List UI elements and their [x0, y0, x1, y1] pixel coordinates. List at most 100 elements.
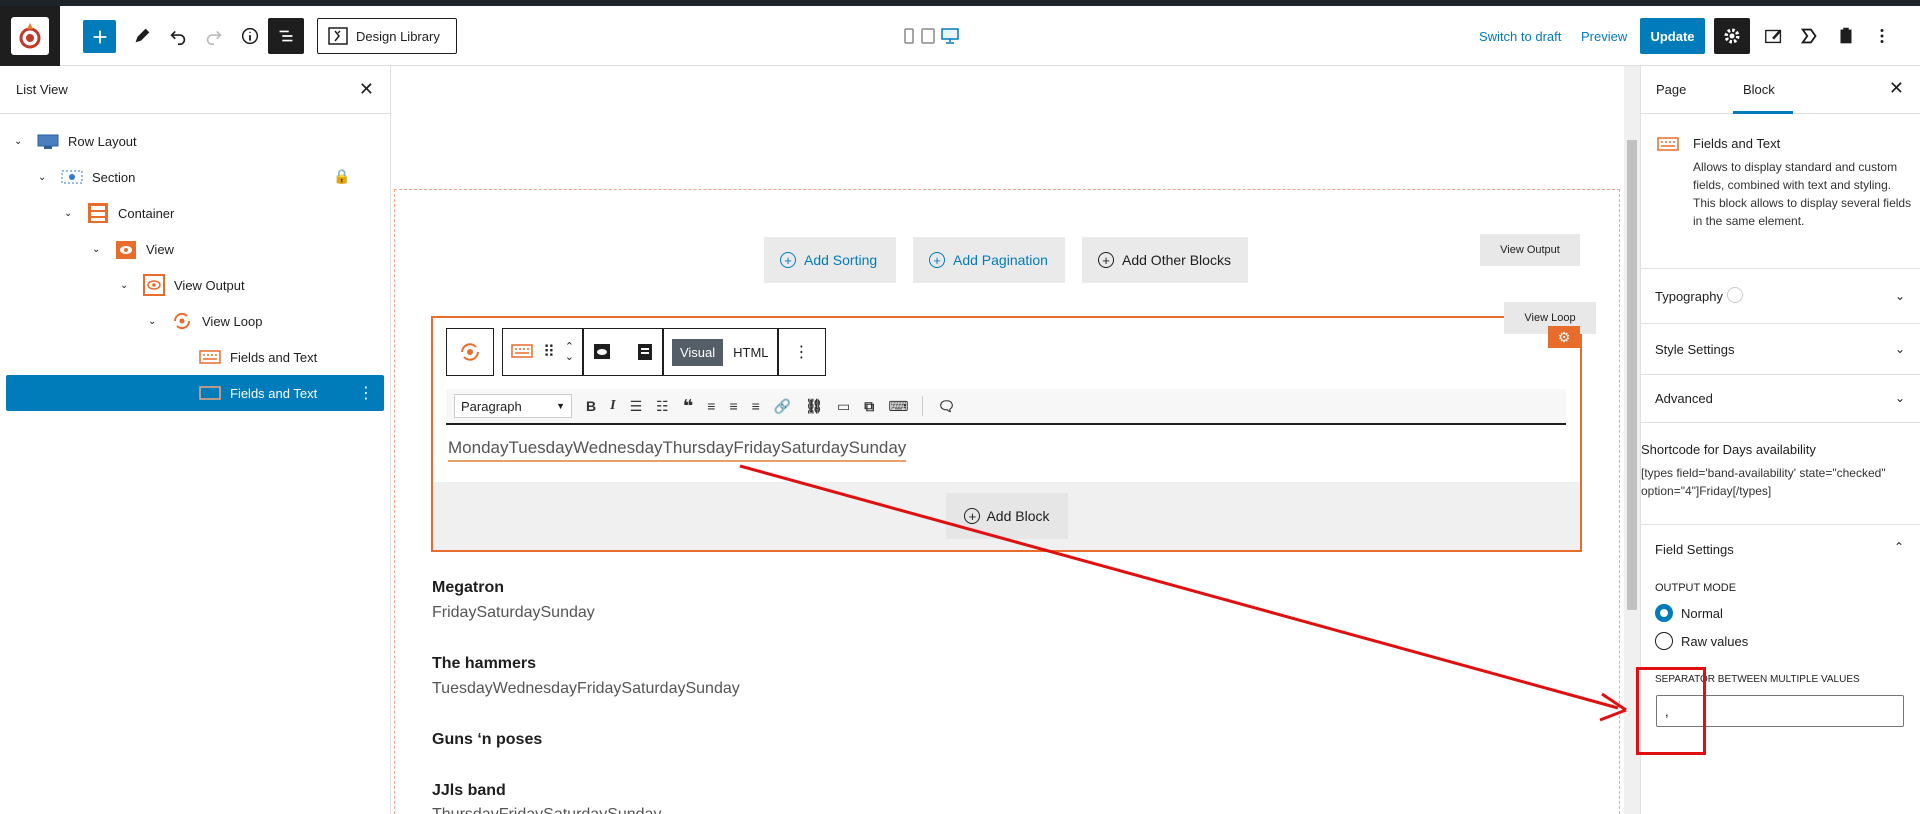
drag-handle-icon[interactable]: ⠿ [543, 342, 555, 362]
list-item-row-layout[interactable]: ⌄ Row Layout [14, 123, 137, 159]
add-sorting-button[interactable]: + Add Sorting [764, 237, 896, 283]
link-icon[interactable]: 🔗 [774, 398, 791, 415]
panel-typography[interactable]: Typography ⌄ [1641, 269, 1920, 324]
bullet-list-icon[interactable]: ☰ [630, 398, 643, 415]
radio-label: Normal [1681, 605, 1723, 621]
view-icon[interactable] [592, 341, 612, 364]
panel-style-settings[interactable]: Style Settings ⌄ [1641, 324, 1920, 375]
move-up-down-icon[interactable]: ⌃ ⌄ [565, 342, 574, 363]
undo-icon [170, 30, 186, 46]
close-icon[interactable]: ✕ [359, 79, 374, 100]
plus-icon [93, 30, 106, 43]
chevron-down-icon[interactable]: ⌄ [148, 316, 160, 327]
chevron-down-icon[interactable]: ⌄ [14, 136, 26, 147]
chevron-down-icon[interactable]: ⌄ [64, 208, 76, 219]
more-vertical-icon[interactable]: ⋮ [358, 383, 374, 403]
list-item-section[interactable]: ⌄ Section [38, 159, 135, 195]
radio-normal[interactable]: Normal [1655, 604, 1723, 622]
bold-icon[interactable]: B [586, 398, 596, 414]
align-left-icon[interactable]: ≡ [707, 398, 715, 414]
italic-icon[interactable]: I [610, 398, 615, 414]
html-mode-button[interactable]: HTML [733, 345, 768, 360]
chevron-down-icon[interactable]: ⌄ [92, 244, 104, 255]
list-item-view[interactable]: ⌄ View [92, 231, 174, 267]
chevron-down-icon[interactable]: ⌄ [38, 172, 50, 183]
tab-page[interactable]: Page [1656, 82, 1686, 97]
view-icon [114, 237, 138, 261]
list-item-label: Row Layout [68, 133, 137, 149]
numbered-list-icon[interactable]: ☷ [656, 398, 669, 415]
visual-mode-button[interactable]: Visual [671, 338, 724, 366]
radio-checked-icon[interactable] [1655, 604, 1673, 622]
radio-raw-values[interactable]: Raw values [1655, 632, 1748, 650]
mobile-preview-icon[interactable] [903, 28, 915, 47]
panel-advanced[interactable]: Advanced ⌄ [1641, 375, 1920, 423]
parent-block-button[interactable] [446, 328, 494, 376]
view-output-tag[interactable]: View Output [1480, 234, 1580, 266]
design-library-button[interactable]: Design Library [317, 18, 457, 54]
tools-button[interactable] [124, 18, 160, 54]
add-block-button[interactable] [83, 20, 116, 53]
align-center-icon[interactable]: ≡ [729, 398, 737, 414]
desktop-preview-icon[interactable] [941, 28, 959, 47]
fields-and-text-icon[interactable] [511, 343, 533, 362]
quote-icon[interactable]: ❝ [683, 396, 694, 417]
toolset-editor-button[interactable] [1756, 18, 1792, 54]
list-item-fields-and-text-selected[interactable]: Fields and Text ⋮ [6, 375, 384, 411]
add-sorting-label: Add Sorting [804, 252, 878, 268]
read-more-icon[interactable]: ▭ [837, 398, 850, 415]
redo-button[interactable] [196, 18, 232, 54]
options-button[interactable] [1864, 18, 1900, 54]
add-other-blocks-button[interactable]: + Add Other Blocks [1082, 237, 1248, 283]
unlink-icon[interactable]: ⛓ [805, 398, 823, 415]
container-icon [86, 201, 110, 225]
switch-to-draft-link[interactable]: Switch to draft [1479, 29, 1561, 44]
clipboard-icon [1840, 27, 1852, 44]
details-button[interactable] [232, 18, 268, 54]
list-view-button[interactable] [268, 18, 304, 54]
block-settings-gear-icon[interactable]: ⚙ [1548, 326, 1580, 348]
radio-unchecked-icon[interactable] [1655, 632, 1673, 650]
clipboard-button[interactable] [1828, 18, 1864, 54]
tablet-preview-icon[interactable] [921, 28, 935, 47]
plus-circle-icon: + [1098, 252, 1114, 268]
view-loop-icon [170, 309, 194, 333]
stackable-icon [1800, 28, 1817, 44]
chevron-down-icon[interactable]: ⌄ [120, 280, 132, 291]
list-item-view-loop[interactable]: ⌄ View Loop [148, 303, 262, 339]
design-library-label: Design Library [356, 28, 440, 44]
preview-link[interactable]: Preview [1581, 29, 1627, 44]
undo-button[interactable] [160, 18, 196, 54]
row-layout-icon [36, 129, 60, 153]
block-options-button[interactable]: ⋮ [777, 328, 826, 376]
shortcode-text[interactable]: [types field='band-availability' state="… [1641, 464, 1917, 500]
comment-icon[interactable]: 🗨 [937, 398, 955, 415]
tab-block[interactable]: Block [1743, 82, 1775, 97]
pencil-icon [135, 28, 150, 43]
stackable-button[interactable] [1792, 18, 1828, 54]
format-select[interactable]: Paragraph ▼ [454, 394, 572, 418]
list-item-view-output[interactable]: ⌄ View Output [120, 267, 245, 303]
align-right-icon[interactable]: ≡ [752, 398, 760, 414]
add-other-blocks-label: Add Other Blocks [1122, 252, 1231, 268]
band-days: TuesdayWednesdayFridaySaturdaySunday [432, 680, 740, 697]
chevron-up-icon[interactable]: ⌃ [1894, 540, 1904, 554]
reset-circle-icon[interactable] [1727, 287, 1743, 303]
view-output-icon [142, 273, 166, 297]
list-item-container[interactable]: ⌄ Container [64, 195, 174, 231]
clipboard-icon[interactable] [636, 341, 654, 364]
add-pagination-button[interactable]: + Add Pagination [913, 237, 1065, 283]
settings-button[interactable] [1714, 18, 1750, 54]
close-icon[interactable]: ✕ [1889, 78, 1904, 99]
update-button[interactable]: Update [1640, 18, 1705, 54]
days-text-field[interactable]: MondayTuesdayWednesdayThursdayFridaySatu… [448, 438, 907, 462]
field-settings-title[interactable]: Field Settings [1655, 542, 1734, 557]
keyboard-icon[interactable]: ⌨ [888, 398, 908, 415]
list-item-fields-and-text[interactable]: Fields and Text [198, 339, 317, 375]
site-logo[interactable] [0, 6, 60, 66]
scrollbar-thumb[interactable] [1627, 140, 1637, 610]
more-vertical-icon: ⋮ [793, 344, 810, 361]
annotation-highlight-box [1636, 667, 1706, 755]
fields-and-views-icon[interactable]: ⧉ [864, 398, 874, 415]
add-block-inline-button[interactable]: + Add Block [946, 493, 1068, 539]
